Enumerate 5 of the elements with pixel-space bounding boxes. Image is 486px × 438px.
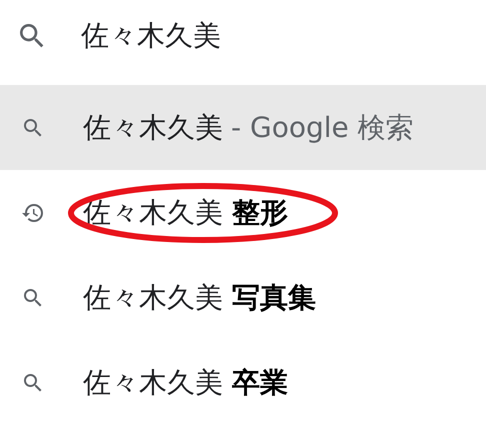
suggestion-item[interactable]: 佐々木久美 整形 xyxy=(0,170,486,255)
suggestion-item[interactable]: 佐々木久美 写真集 xyxy=(0,255,486,340)
search-field[interactable]: 佐々木久美 xyxy=(81,16,381,56)
suggestion-item[interactable]: 佐々木久美 - Google 検索 xyxy=(0,85,486,170)
suggestion-item[interactable]: 佐々木久美 卒業 xyxy=(0,340,486,425)
